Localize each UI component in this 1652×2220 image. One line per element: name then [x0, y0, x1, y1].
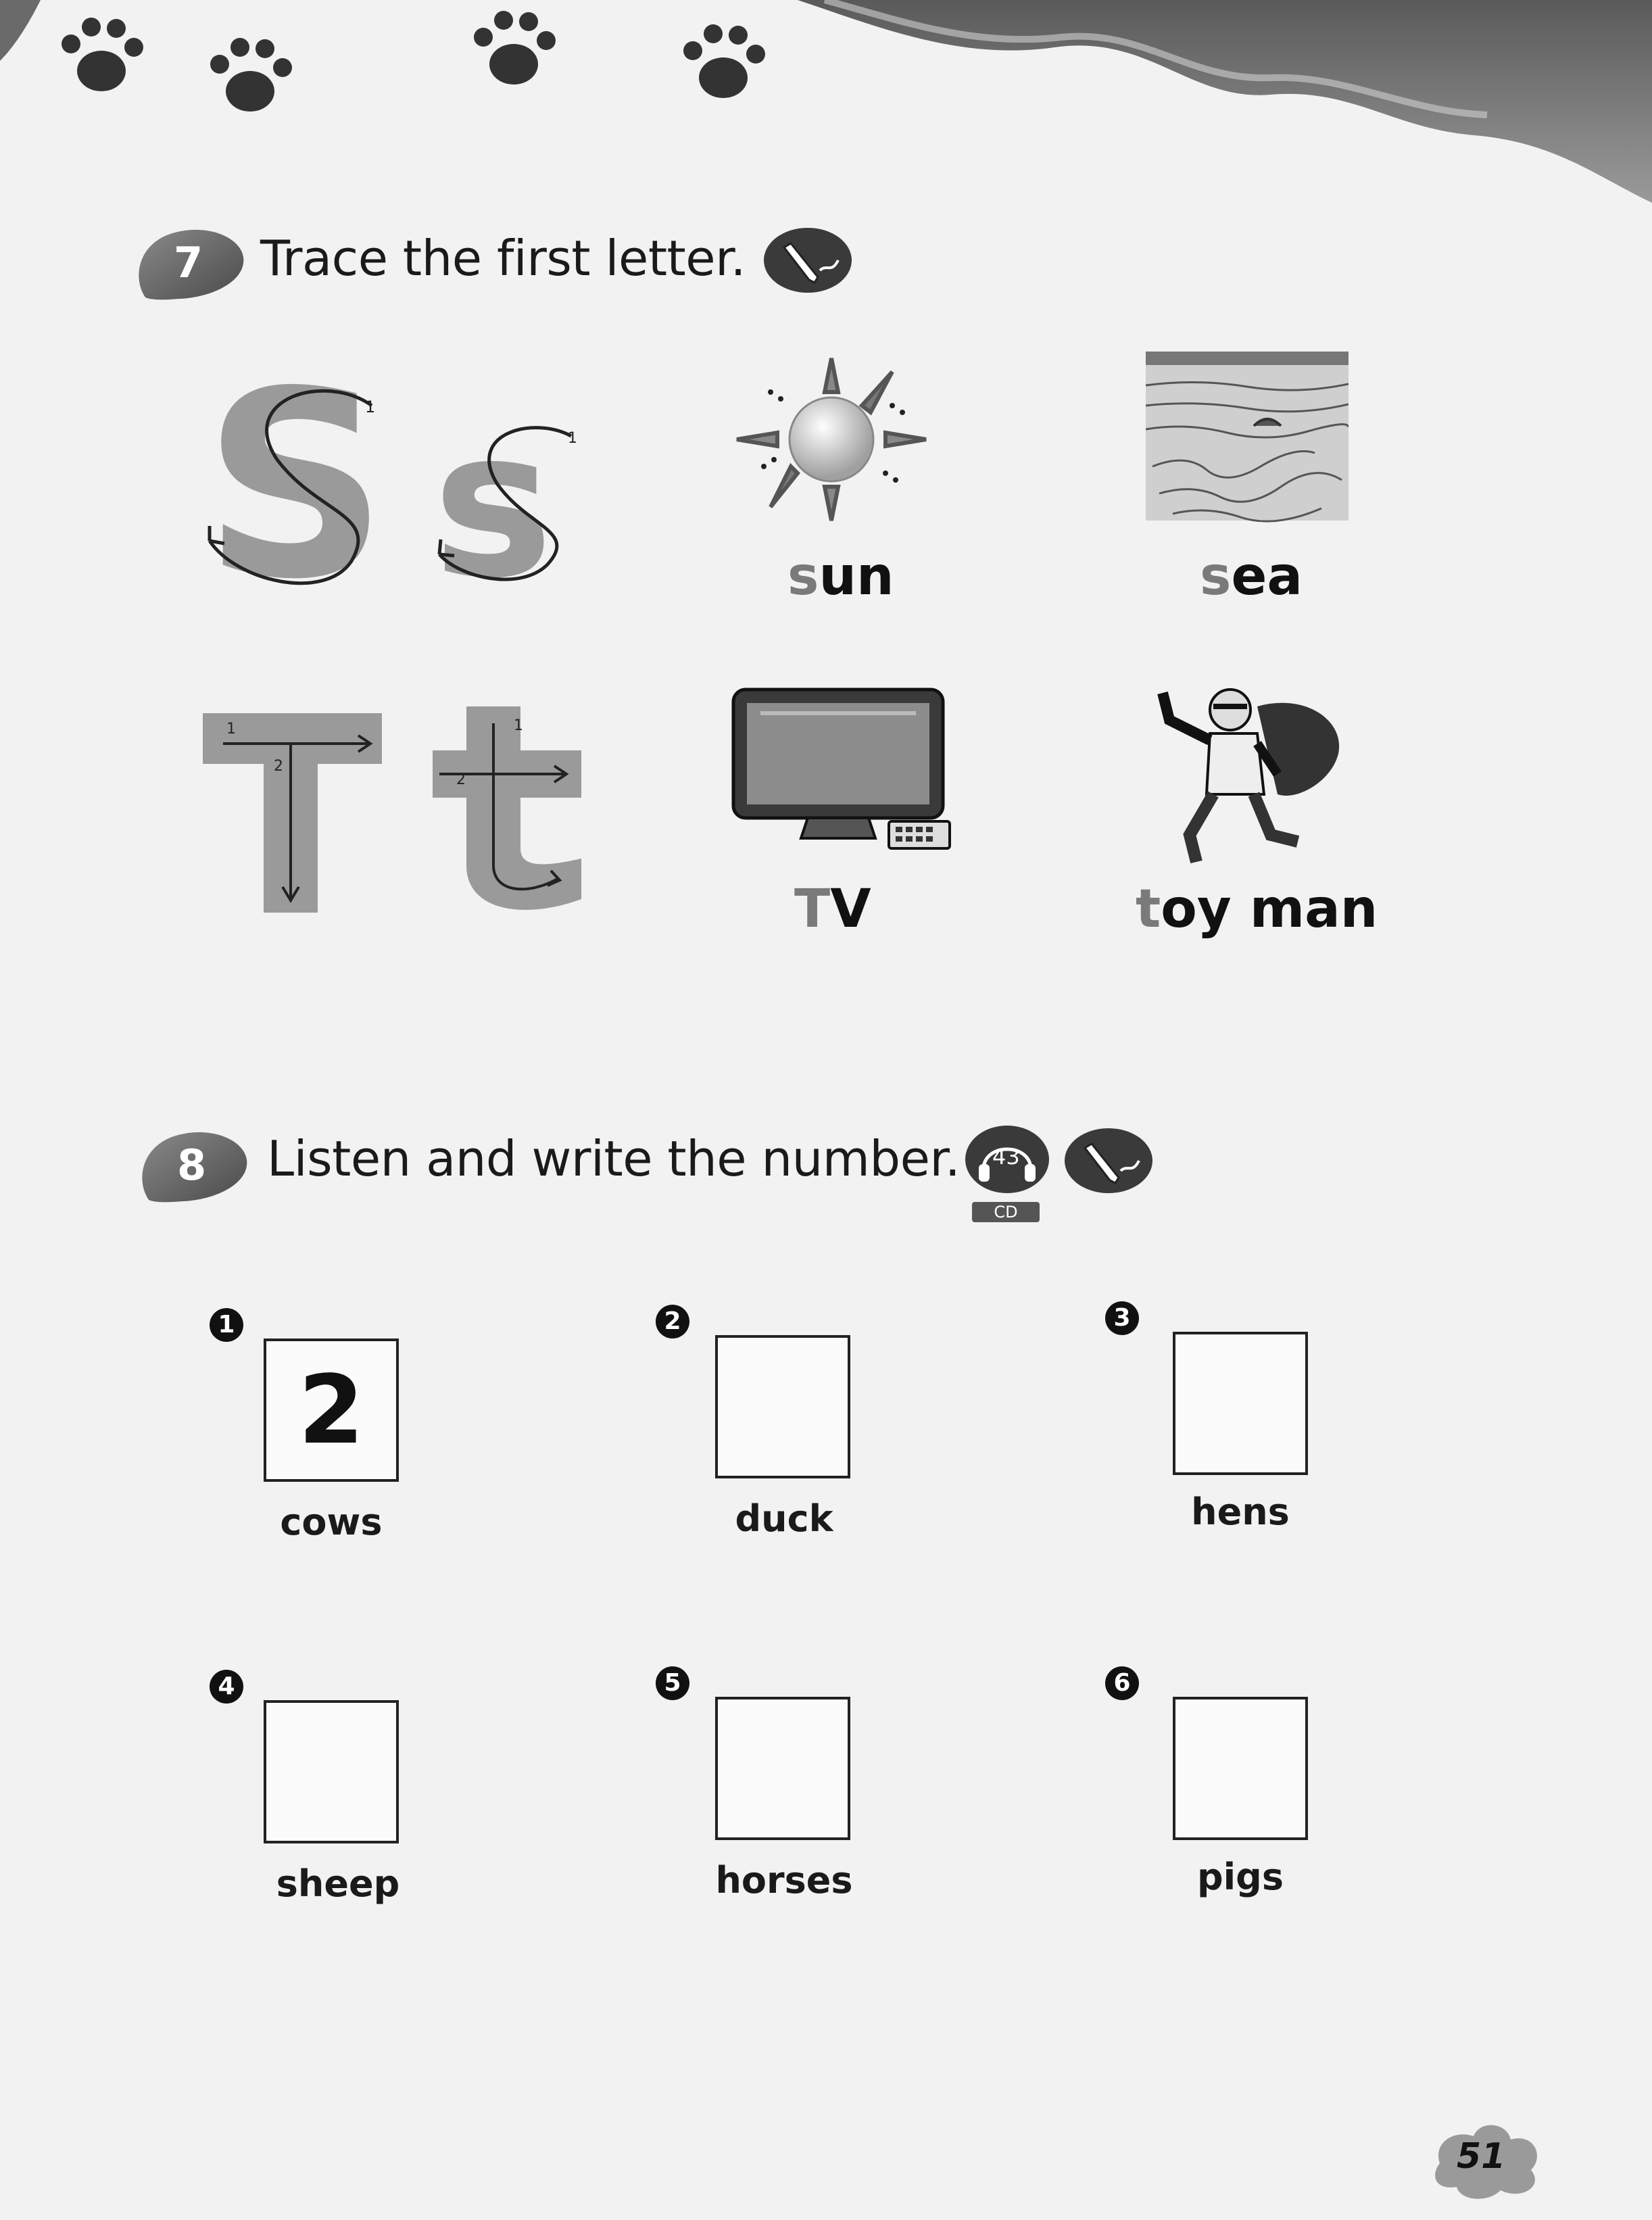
paw-print-icon	[62, 18, 143, 91]
word-rest: un	[819, 546, 894, 607]
paw-print-icon	[210, 38, 292, 112]
word-first-letter: T	[794, 879, 831, 940]
word-rest: oy man	[1161, 879, 1378, 940]
section-8-header: 8 Listen and write the number. 43 CD	[135, 1115, 1152, 1230]
section-number-badge: 8	[142, 1132, 247, 1203]
word-rest: V	[830, 879, 871, 940]
animal-label: duck	[735, 1497, 833, 1540]
trace-letter-lowercase-t: 1 2	[433, 706, 581, 910]
word-tv: TV	[794, 879, 871, 940]
paw-print-icon	[683, 24, 765, 98]
trace-letter-lowercase-s: s 1	[433, 419, 577, 595]
animal-label: pigs	[1197, 1856, 1284, 1898]
section-title: Listen and write the number.	[267, 1130, 961, 1187]
cd-label: CD	[972, 1202, 1040, 1222]
word-sea: sea	[1200, 546, 1303, 607]
section-number: 8	[177, 1140, 206, 1190]
track-number: 43	[992, 1144, 1020, 1169]
item-number: 1	[210, 1308, 243, 1342]
animal-label: hens	[1191, 1491, 1290, 1533]
answer-box[interactable]	[264, 1700, 399, 1843]
word-rest: ea	[1231, 546, 1303, 607]
trace-letter-uppercase-s: S 1	[203, 379, 388, 595]
answer-box[interactable]	[1173, 1697, 1308, 1840]
answer-box[interactable]	[1173, 1332, 1308, 1475]
page-number-badge: 51	[1426, 2116, 1548, 2204]
section-number-badge: 7	[139, 229, 244, 300]
answer-box[interactable]	[715, 1697, 850, 1840]
word-sun: sun	[787, 546, 894, 607]
cd-audio-icon: 43 CD	[960, 1122, 1054, 1230]
item-number: 2	[656, 1305, 689, 1338]
page-number: 51	[1457, 2136, 1506, 2177]
toy-man-picture	[1157, 688, 1340, 864]
trace-letter-uppercase-t: 1 2	[203, 713, 382, 913]
answer-box[interactable]: 2	[264, 1338, 399, 1482]
item-number: 6	[1105, 1666, 1139, 1700]
animal-label: cows	[280, 1501, 383, 1543]
svg-text:2: 2	[274, 758, 283, 775]
word-first-letter: s	[787, 546, 819, 607]
answer-item: 4 sheep	[210, 1663, 453, 1920]
answer-box[interactable]	[715, 1335, 850, 1478]
answer-item: 5 horses	[656, 1660, 899, 1916]
answer-item: 2 duck	[656, 1298, 899, 1555]
headphones-icon: 43	[965, 1126, 1049, 1193]
pencil-icon	[1065, 1128, 1152, 1193]
item-number: 4	[210, 1670, 243, 1704]
answer-item: 1 2 cows	[210, 1301, 453, 1558]
answer-item: 3 hens	[1105, 1295, 1349, 1551]
tv-picture	[731, 687, 951, 850]
word-first-letter: s	[1200, 546, 1232, 607]
item-number: 3	[1105, 1301, 1139, 1335]
svg-text:1: 1	[226, 721, 236, 738]
word-toy-man: toy man	[1136, 879, 1378, 940]
section-7-header: 7 Trace the first letter.	[132, 216, 875, 318]
word-first-letter: t	[1136, 879, 1161, 940]
sea-picture	[1146, 352, 1349, 523]
svg-text:1: 1	[514, 717, 523, 734]
pencil-icon	[764, 228, 852, 293]
svg-text:1: 1	[365, 397, 375, 416]
svg-text:2: 2	[456, 771, 466, 788]
section-title: Trace the first letter.	[260, 230, 746, 287]
sun-picture	[736, 358, 927, 521]
answer-item: 6 pigs	[1105, 1660, 1349, 1916]
animal-label: horses	[715, 1859, 853, 1902]
item-number: 5	[656, 1666, 689, 1700]
animal-label: sheep	[276, 1862, 400, 1905]
svg-text:1: 1	[568, 430, 577, 447]
paw-print-icon	[474, 11, 556, 85]
section-number: 7	[174, 238, 203, 287]
